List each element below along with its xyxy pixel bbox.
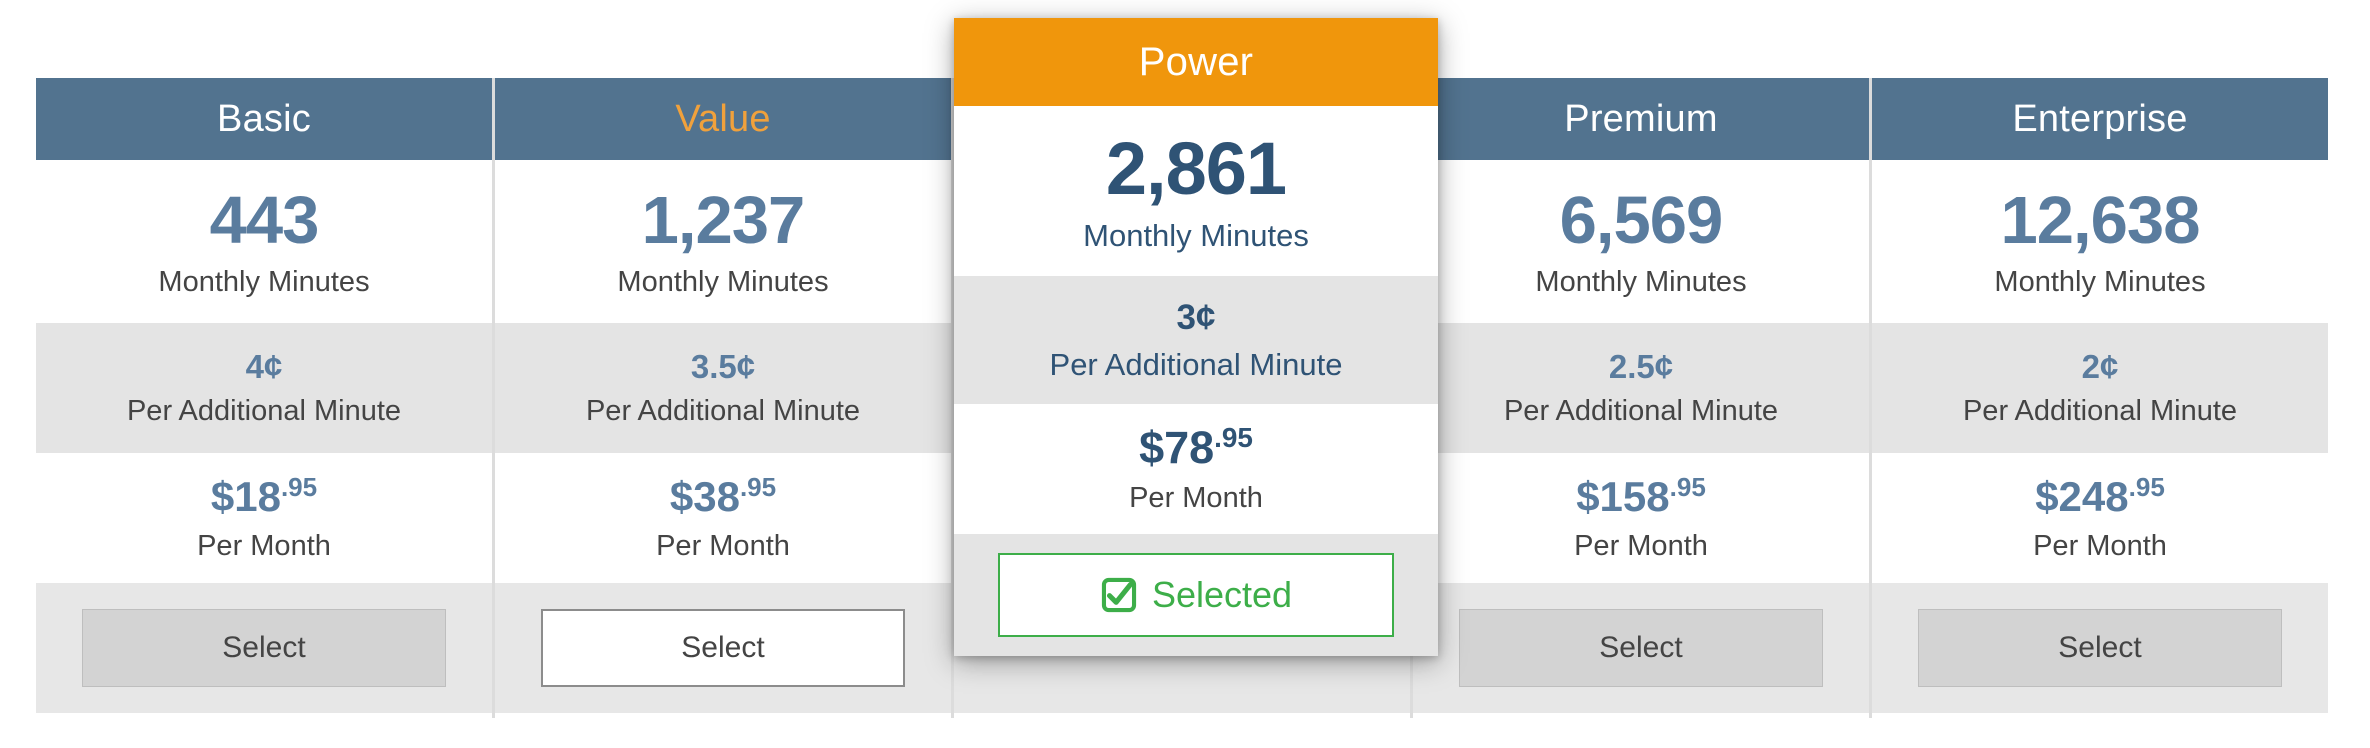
- plan-minutes-row-power: 2,861 Monthly Minutes: [954, 106, 1438, 276]
- plan-column-premium: Premium 6,569 Monthly Minutes 2.5¢ Per A…: [1413, 78, 1869, 713]
- price-value: $158.95: [1576, 471, 1706, 520]
- plan-rate-row-premium: 2.5¢ Per Additional Minute: [1413, 323, 1869, 453]
- rate-value: 4¢: [245, 348, 283, 385]
- plan-action-row-premium: Select: [1413, 583, 1869, 713]
- plan-column-basic: Basic 443 Monthly Minutes 4¢ Per Additio…: [36, 78, 492, 713]
- pricing-table-screen: Basic 443 Monthly Minutes 4¢ Per Additio…: [0, 0, 2370, 748]
- plan-price-row-premium: $158.95 Per Month: [1413, 453, 1869, 583]
- price-value: $38.95: [669, 471, 777, 520]
- price-label: Per Month: [197, 529, 331, 562]
- plan-action-row-basic: Select: [36, 583, 492, 713]
- plan-action-row-enterprise: Select: [1872, 583, 2328, 713]
- plan-price-row-power: $78.95 Per Month: [954, 404, 1438, 534]
- minutes-value: 6,569: [1559, 182, 1724, 258]
- price-label: Per Month: [1129, 482, 1263, 514]
- plan-header-power: Power: [954, 18, 1438, 106]
- minutes-label: Monthly Minutes: [158, 265, 370, 298]
- rate-value: 3.5¢: [690, 348, 756, 385]
- selected-button-label: Selected: [1151, 574, 1293, 615]
- rate-label: Per Additional Minute: [585, 395, 861, 427]
- minutes-label: Monthly Minutes: [1994, 265, 2206, 298]
- minutes-value: 1,237: [641, 182, 806, 258]
- price-label: Per Month: [1574, 529, 1708, 562]
- rate-label: Per Additional Minute: [1049, 347, 1343, 382]
- price-label: Per Month: [2033, 529, 2167, 562]
- checkbox-checked-icon: [1100, 576, 1138, 614]
- column-divider: [1869, 78, 1872, 718]
- rate-label: Per Additional Minute: [1503, 395, 1779, 427]
- rate-label: Per Additional Minute: [126, 395, 402, 427]
- plan-price-row-value: $38.95 Per Month: [495, 453, 951, 583]
- price-value: $248.95: [2035, 471, 2165, 520]
- rate-value: 2.5¢: [1608, 348, 1674, 385]
- select-button-basic[interactable]: Select: [82, 609, 446, 687]
- plan-rate-row-enterprise: 2¢ Per Additional Minute: [1872, 323, 2328, 453]
- minutes-label: Monthly Minutes: [1083, 217, 1309, 253]
- plan-price-row-basic: $18.95 Per Month: [36, 453, 492, 583]
- plan-rate-row-basic: 4¢ Per Additional Minute: [36, 323, 492, 453]
- column-divider: [492, 78, 495, 718]
- plan-header-value: Value: [495, 78, 951, 160]
- plan-card-power-featured[interactable]: Power 2,861 Monthly Minutes 3¢ Per Addit…: [954, 18, 1438, 656]
- minutes-label: Monthly Minutes: [617, 265, 829, 298]
- plan-rate-row-power: 3¢ Per Additional Minute: [954, 276, 1438, 404]
- plan-minutes-row-basic: 443 Monthly Minutes: [36, 160, 492, 323]
- plan-action-row-power: Selected: [954, 534, 1438, 656]
- plan-price-row-enterprise: $248.95 Per Month: [1872, 453, 2328, 583]
- plan-rate-row-value: 3.5¢ Per Additional Minute: [495, 323, 951, 453]
- plan-column-enterprise: Enterprise 12,638 Monthly Minutes 2¢ Per…: [1872, 78, 2328, 713]
- plan-minutes-row-value: 1,237 Monthly Minutes: [495, 160, 951, 323]
- selected-button-power[interactable]: Selected: [998, 553, 1394, 637]
- plan-minutes-row-premium: 6,569 Monthly Minutes: [1413, 160, 1869, 323]
- select-button-enterprise[interactable]: Select: [1918, 609, 2282, 687]
- plan-header-enterprise: Enterprise: [1872, 78, 2328, 160]
- plan-column-value: Value 1,237 Monthly Minutes 3.5¢ Per Add…: [495, 78, 951, 713]
- select-button-value[interactable]: Select: [541, 609, 905, 687]
- plan-header-basic: Basic: [36, 78, 492, 160]
- price-value: $18.95: [210, 471, 318, 520]
- rate-value: 2¢: [2081, 348, 2119, 385]
- plan-minutes-row-enterprise: 12,638 Monthly Minutes: [1872, 160, 2328, 323]
- minutes-label: Monthly Minutes: [1535, 265, 1747, 298]
- rate-value: 3¢: [1176, 298, 1216, 337]
- price-value: $78.95: [1139, 422, 1253, 473]
- rate-label: Per Additional Minute: [1962, 395, 2238, 427]
- minutes-value: 12,638: [2000, 182, 2201, 258]
- select-button-premium[interactable]: Select: [1459, 609, 1823, 687]
- minutes-value: 443: [209, 182, 320, 258]
- price-label: Per Month: [656, 529, 790, 562]
- plan-header-premium: Premium: [1413, 78, 1869, 160]
- minutes-value: 2,861: [1105, 126, 1287, 210]
- plan-action-row-value: Select: [495, 583, 951, 713]
